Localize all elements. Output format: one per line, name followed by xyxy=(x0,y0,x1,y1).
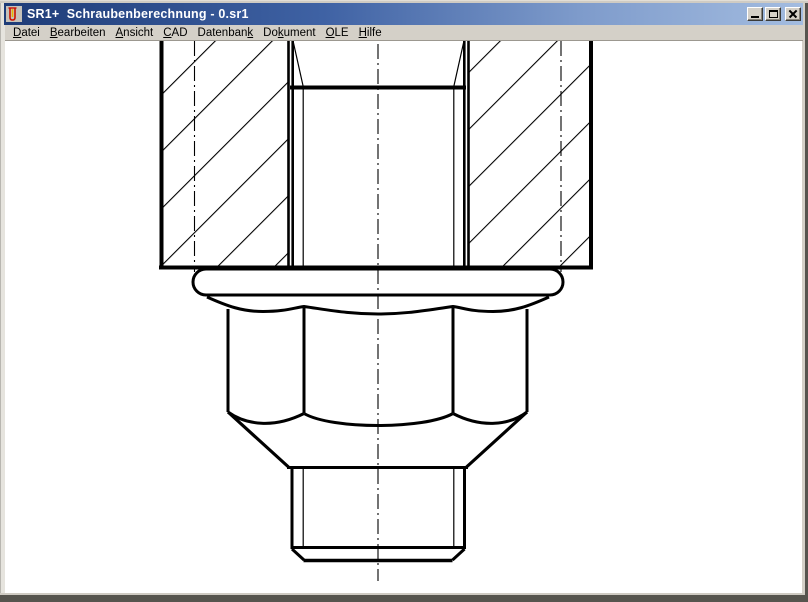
cad-viewport[interactable] xyxy=(5,41,802,593)
menu-bar: Datei Bearbeiten Ansicht CAD Datenbank D… xyxy=(5,25,803,41)
window-title: SR1+ Schraubenberechnung - 0.sr1 xyxy=(27,7,249,21)
bolted-joint-drawing xyxy=(5,41,802,593)
maximize-icon xyxy=(769,10,778,18)
menu-item-hilfe[interactable]: Hilfe xyxy=(354,26,387,40)
hatched-part-left xyxy=(163,41,288,267)
maximize-button[interactable] xyxy=(765,7,781,21)
menu-item-dokument[interactable]: Dokument xyxy=(258,26,320,40)
resize-edge-bottom[interactable] xyxy=(0,593,805,602)
close-button[interactable] xyxy=(785,7,801,21)
menu-item-cad[interactable]: CAD xyxy=(158,26,192,40)
hatched-part-right xyxy=(470,41,590,267)
title-bar[interactable]: SR1+ Schraubenberechnung - 0.sr1 xyxy=(4,3,803,25)
menu-item-ansicht[interactable]: Ansicht xyxy=(111,26,159,40)
menu-item-ole[interactable]: OLE xyxy=(321,26,354,40)
menu-item-datenbank[interactable]: Datenbank xyxy=(193,26,259,40)
menu-item-bearbeiten[interactable]: Bearbeiten xyxy=(45,26,111,40)
menu-item-datei[interactable]: Datei xyxy=(8,26,45,40)
minimize-icon xyxy=(751,16,759,18)
window-controls xyxy=(747,7,801,21)
app-window: SR1+ Schraubenberechnung - 0.sr1 Datei B… xyxy=(0,0,808,602)
minimize-button[interactable] xyxy=(747,7,763,21)
sr1-app-icon[interactable] xyxy=(6,6,22,22)
